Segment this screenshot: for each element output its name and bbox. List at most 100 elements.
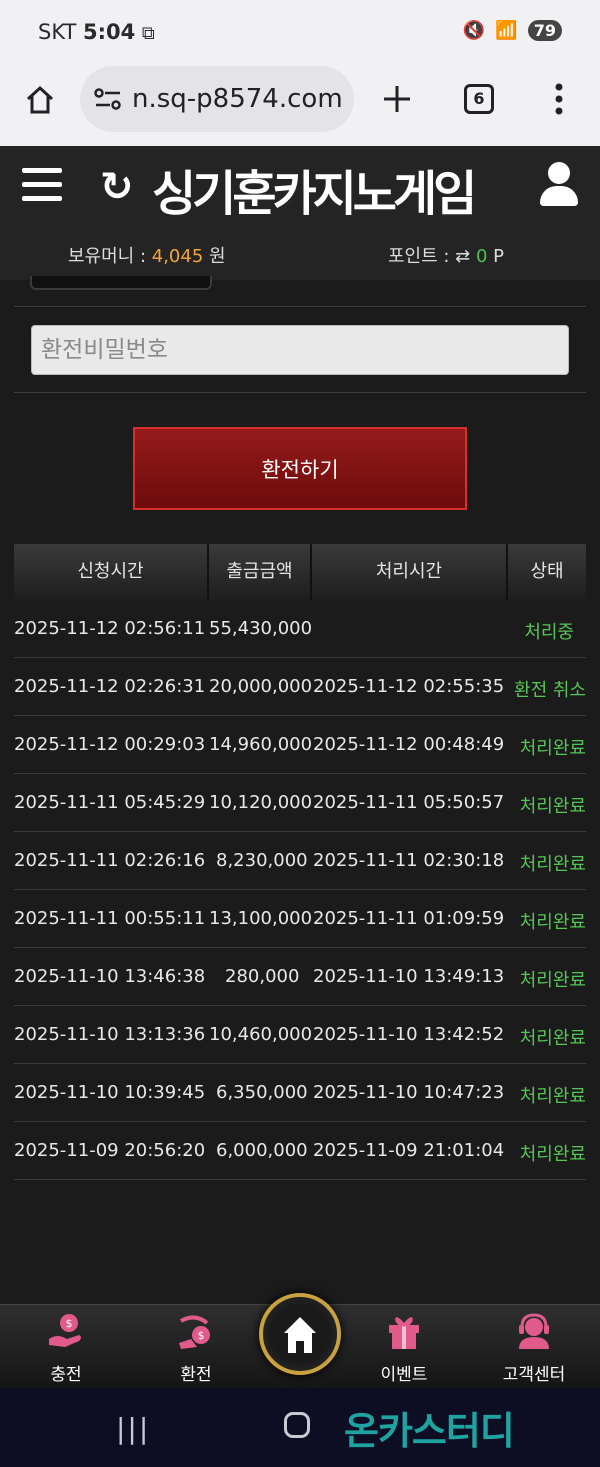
user-icon[interactable]	[538, 162, 580, 206]
cell-amount: 280,000	[225, 966, 300, 987]
points-value: 0	[476, 246, 488, 267]
carrier-label: SKT	[38, 20, 77, 44]
cell-amount: 10,460,000	[209, 1024, 313, 1045]
cell-status: 환전 취소	[514, 680, 586, 701]
table-row: 2025-11-11 02:26:16 8,230,000 2025-11-11…	[14, 832, 586, 890]
menu-icon[interactable]	[22, 168, 62, 202]
cell-request-time: 2025-11-10 13:46:38	[14, 966, 206, 987]
cell-amount: 10,120,000	[209, 792, 313, 813]
svg-text:$: $	[66, 1317, 73, 1330]
watermark-logo: 온카스터디	[344, 1409, 515, 1453]
tab-switcher-button[interactable]: 6	[464, 84, 494, 114]
site-logo[interactable]: 싱기훈카지노게임	[152, 154, 477, 224]
status-time: SKT 5:04 ⧉	[38, 20, 155, 44]
screenshot-icon: ⧉	[141, 23, 155, 44]
nav-support[interactable]: 고객센터	[484, 1313, 584, 1385]
cell-request-time: 2025-11-11 00:55:11	[14, 908, 206, 929]
points-display: 포인트 : ⇄ 0 P	[388, 242, 504, 268]
cell-processed-time: 2025-11-12 02:55:35	[313, 676, 505, 697]
new-tab-icon[interactable]	[382, 84, 412, 114]
header-amount: 출금금액	[209, 544, 312, 600]
cell-request-time: 2025-11-09 20:56:20	[14, 1140, 206, 1161]
site-header: ↻ 싱기훈카지노게임 보유머니 : 4,045 원 포인트 : ⇄ 0 P	[0, 146, 600, 280]
cell-status: 처리완료	[519, 1086, 586, 1107]
table-header: 신청시간 출금금액 처리시간 상태	[14, 544, 586, 600]
cell-status: 처리완료	[519, 738, 586, 759]
cell-processed-time: 2025-11-11 01:09:59	[313, 908, 505, 929]
nav-home-button[interactable]	[259, 1293, 341, 1375]
cell-processed-time: 2025-11-10 10:47:23	[313, 1082, 505, 1103]
cell-processed-time: 2025-11-10 13:42:52	[313, 1024, 505, 1045]
table-row: 2025-11-10 13:13:36 10,460,000 2025-11-1…	[14, 1006, 586, 1064]
address-bar[interactable]: n.sq-p8574.com	[80, 66, 354, 132]
table-row: 2025-11-11 00:55:11 13,100,000 2025-11-1…	[14, 890, 586, 948]
browser-toolbar: n.sq-p8574.com 6	[0, 62, 600, 146]
cell-amount: 55,430,000	[209, 618, 313, 639]
cell-amount: 6,000,000	[216, 1140, 308, 1161]
table-row: 2025-11-12 02:26:31 20,000,000 2025-11-1…	[14, 658, 586, 716]
wifi-icon: 📶	[495, 20, 518, 41]
cell-status: 처리중	[524, 622, 574, 643]
cell-request-time: 2025-11-12 00:29:03	[14, 734, 206, 755]
table-row: 2025-11-10 10:39:45 6,350,000 2025-11-10…	[14, 1064, 586, 1122]
table-row: 2025-11-10 13:46:38 280,000 2025-11-10 1…	[14, 948, 586, 1006]
cell-amount: 14,960,000	[209, 734, 313, 755]
cell-request-time: 2025-11-10 13:13:36	[14, 1024, 206, 1045]
recent-apps-icon[interactable]: |||	[116, 1412, 150, 1445]
bottom-nav: $ 충전 $ 환전 이벤트 고객센터	[0, 1293, 600, 1388]
table-row: 2025-11-12 02:56:11 55,430,000 처리중	[14, 600, 586, 658]
status-bar: SKT 5:04 ⧉ 🔇 📶 79	[0, 0, 600, 62]
cell-status: 처리완료	[519, 796, 586, 817]
mute-icon: 🔇	[462, 20, 486, 41]
home-icon	[284, 1317, 316, 1353]
cell-request-time: 2025-11-12 02:56:11	[14, 618, 206, 639]
cell-processed-time: 2025-11-12 00:48:49	[313, 734, 505, 755]
header-status: 상태	[530, 561, 564, 582]
cell-processed-time: 2025-11-09 21:01:04	[313, 1140, 505, 1161]
points-label: 포인트 : ⇄	[388, 246, 476, 267]
home-browser-icon[interactable]	[24, 84, 56, 116]
charge-icon: $	[49, 1314, 81, 1347]
cell-processed-time: 2025-11-11 05:50:57	[313, 792, 505, 813]
nav-charge[interactable]: $ 충전	[16, 1313, 116, 1385]
clock: 5:04	[83, 20, 136, 44]
exchange-button[interactable]: 환전하기	[133, 427, 467, 510]
table-row: 2025-11-09 20:56:20 6,000,000 2025-11-09…	[14, 1122, 586, 1180]
cell-request-time: 2025-11-12 02:26:31	[14, 676, 206, 697]
cell-request-time: 2025-11-10 10:39:45	[14, 1082, 206, 1103]
divider	[14, 306, 586, 307]
table-row: 2025-11-12 00:29:03 14,960,000 2025-11-1…	[14, 716, 586, 774]
url-text: n.sq-p8574.com	[132, 84, 343, 114]
cell-status: 처리완료	[519, 912, 586, 933]
balance-display: 보유머니 : 4,045 원	[68, 242, 226, 268]
system-navigation-bar: ||| 온카스터디	[0, 1388, 600, 1467]
nav-event-label: 이벤트	[380, 1365, 428, 1385]
nav-charge-label: 충전	[50, 1365, 82, 1385]
headset-icon	[519, 1313, 549, 1349]
site-settings-icon[interactable]	[94, 88, 122, 110]
cell-amount: 20,000,000	[209, 676, 313, 697]
cell-status: 처리완료	[519, 854, 586, 875]
system-home-icon[interactable]	[284, 1412, 310, 1438]
refresh-icon[interactable]: ↻	[100, 164, 134, 210]
nav-support-label: 고객센터	[502, 1365, 566, 1385]
balance-unit: 원	[203, 246, 226, 267]
more-menu-icon[interactable]	[552, 82, 566, 116]
cell-status: 처리완료	[519, 970, 586, 991]
nav-exchange[interactable]: $ 환전	[146, 1313, 246, 1385]
points-unit: P	[487, 246, 505, 267]
cell-amount: 13,100,000	[209, 908, 313, 929]
partial-field	[30, 276, 212, 290]
exchange-password-input[interactable]	[31, 325, 569, 375]
header-request-time: 신청시간	[14, 544, 209, 600]
balance-value: 4,045	[151, 246, 204, 267]
divider	[14, 392, 586, 393]
cell-status: 처리완료	[519, 1028, 586, 1049]
exchange-icon: $	[179, 1315, 210, 1349]
cell-processed-time: 2025-11-11 02:30:18	[313, 850, 505, 871]
nav-exchange-label: 환전	[180, 1365, 212, 1385]
gift-icon	[389, 1317, 419, 1349]
cell-amount: 8,230,000	[216, 850, 308, 871]
nav-event[interactable]: 이벤트	[354, 1313, 454, 1385]
cell-status: 처리완료	[519, 1144, 586, 1165]
